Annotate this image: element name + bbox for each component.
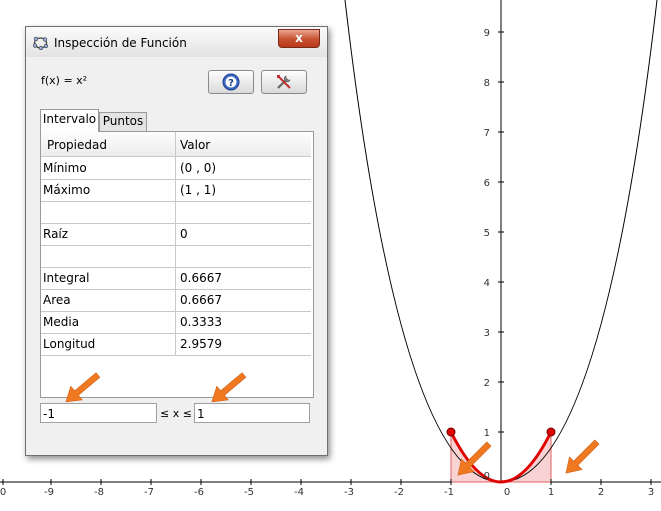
property-value: (0 , 0)	[180, 161, 217, 175]
x-tick-label: -1	[444, 487, 454, 498]
interval-relation: ≤ x ≤	[160, 407, 192, 420]
table-row[interactable]: Area 0.6667	[41, 289, 311, 312]
close-button[interactable]: x	[278, 29, 320, 48]
x-tick-label: -9	[44, 487, 54, 498]
y-zero-label: 0	[484, 471, 490, 482]
property-name: Area	[43, 293, 71, 307]
function-label: f(x) = x²	[41, 74, 88, 87]
x-tick-label: 0	[0, 487, 6, 498]
table-row[interactable]: Máximo (1 , 1)	[41, 179, 311, 202]
point-min[interactable]	[446, 427, 456, 437]
help-icon: ?	[222, 73, 240, 91]
table-row[interactable]: Media 0.3333	[41, 311, 311, 334]
help-button[interactable]: ?	[208, 70, 254, 94]
geogebra-icon	[33, 36, 48, 50]
property-name: Integral	[43, 271, 90, 285]
titlebar[interactable]: Inspección de Función x	[26, 27, 327, 57]
property-name: Media	[43, 315, 80, 329]
x-tick-label: -6	[194, 487, 204, 498]
y-tick-label: 4	[484, 278, 490, 289]
x-tick-label: -2	[394, 487, 404, 498]
x-tick-label: 1	[548, 487, 554, 498]
table-row[interactable]: Integral 0.6667	[41, 267, 311, 290]
settings-button[interactable]	[261, 70, 307, 94]
x-tick-label: -4	[294, 487, 304, 498]
y-tick-label: 1	[484, 428, 490, 439]
x-tick-label: 0	[504, 487, 510, 498]
property-name: Máximo	[43, 183, 91, 197]
y-tick-label: 6	[484, 178, 490, 189]
table-row[interactable]	[41, 245, 311, 268]
property-value: 0.3333	[180, 315, 222, 329]
property-value: 2.9579	[180, 337, 222, 351]
tools-icon	[277, 75, 291, 89]
function-inspector-dialog[interactable]: Inspección de Función x f(x) = x² ? Inte…	[25, 26, 328, 456]
dialog-title: Inspección de Función	[54, 36, 187, 50]
y-tick-label: 3	[484, 328, 490, 339]
property-name: Longitud	[43, 337, 96, 351]
property-value: 0	[180, 227, 188, 241]
property-value: 0.6667	[180, 271, 222, 285]
annotation-arrow-icon	[65, 372, 101, 403]
point-max[interactable]	[546, 427, 556, 437]
y-tick-label: 9	[484, 28, 490, 39]
column-header-valor[interactable]: Valor	[180, 138, 210, 152]
svg-text:?: ?	[228, 78, 234, 89]
annotation-arrow-icon	[211, 372, 247, 403]
table-row[interactable]	[41, 201, 311, 224]
tab-puntos[interactable]: Puntos	[99, 112, 147, 131]
y-tick-label: 5	[484, 228, 490, 239]
property-name: Raíz	[43, 227, 69, 241]
properties-table: Propiedad Valor Mínimo (0 , 0) Máximo (1 ,…	[40, 131, 314, 398]
x-tick-label: -5	[244, 487, 254, 498]
x-tick-label: -3	[344, 487, 354, 498]
table-row[interactable]: Longitud 2.9579	[41, 333, 311, 356]
y-tick-label: 2	[484, 378, 490, 389]
table-row[interactable]: Raíz 0	[41, 223, 311, 246]
property-value: 0.6667	[180, 293, 222, 307]
y-tick-label: 7	[484, 128, 490, 139]
table-header: Propiedad Valor	[41, 132, 311, 157]
x-tick-label: 3	[648, 487, 654, 498]
y-tick-label: 8	[484, 78, 490, 89]
x-tick-label: -8	[94, 487, 104, 498]
table-row[interactable]: Mínimo (0 , 0)	[41, 157, 311, 180]
column-header-propiedad[interactable]: Propiedad	[47, 138, 107, 152]
property-value: (1 , 1)	[180, 183, 217, 197]
x-tick-label: 2	[598, 487, 604, 498]
property-name: Mínimo	[43, 161, 87, 175]
tab-intervalo[interactable]: Intervalo	[40, 109, 99, 132]
x-tick-label: -7	[144, 487, 154, 498]
arrow-icon	[565, 439, 600, 474]
